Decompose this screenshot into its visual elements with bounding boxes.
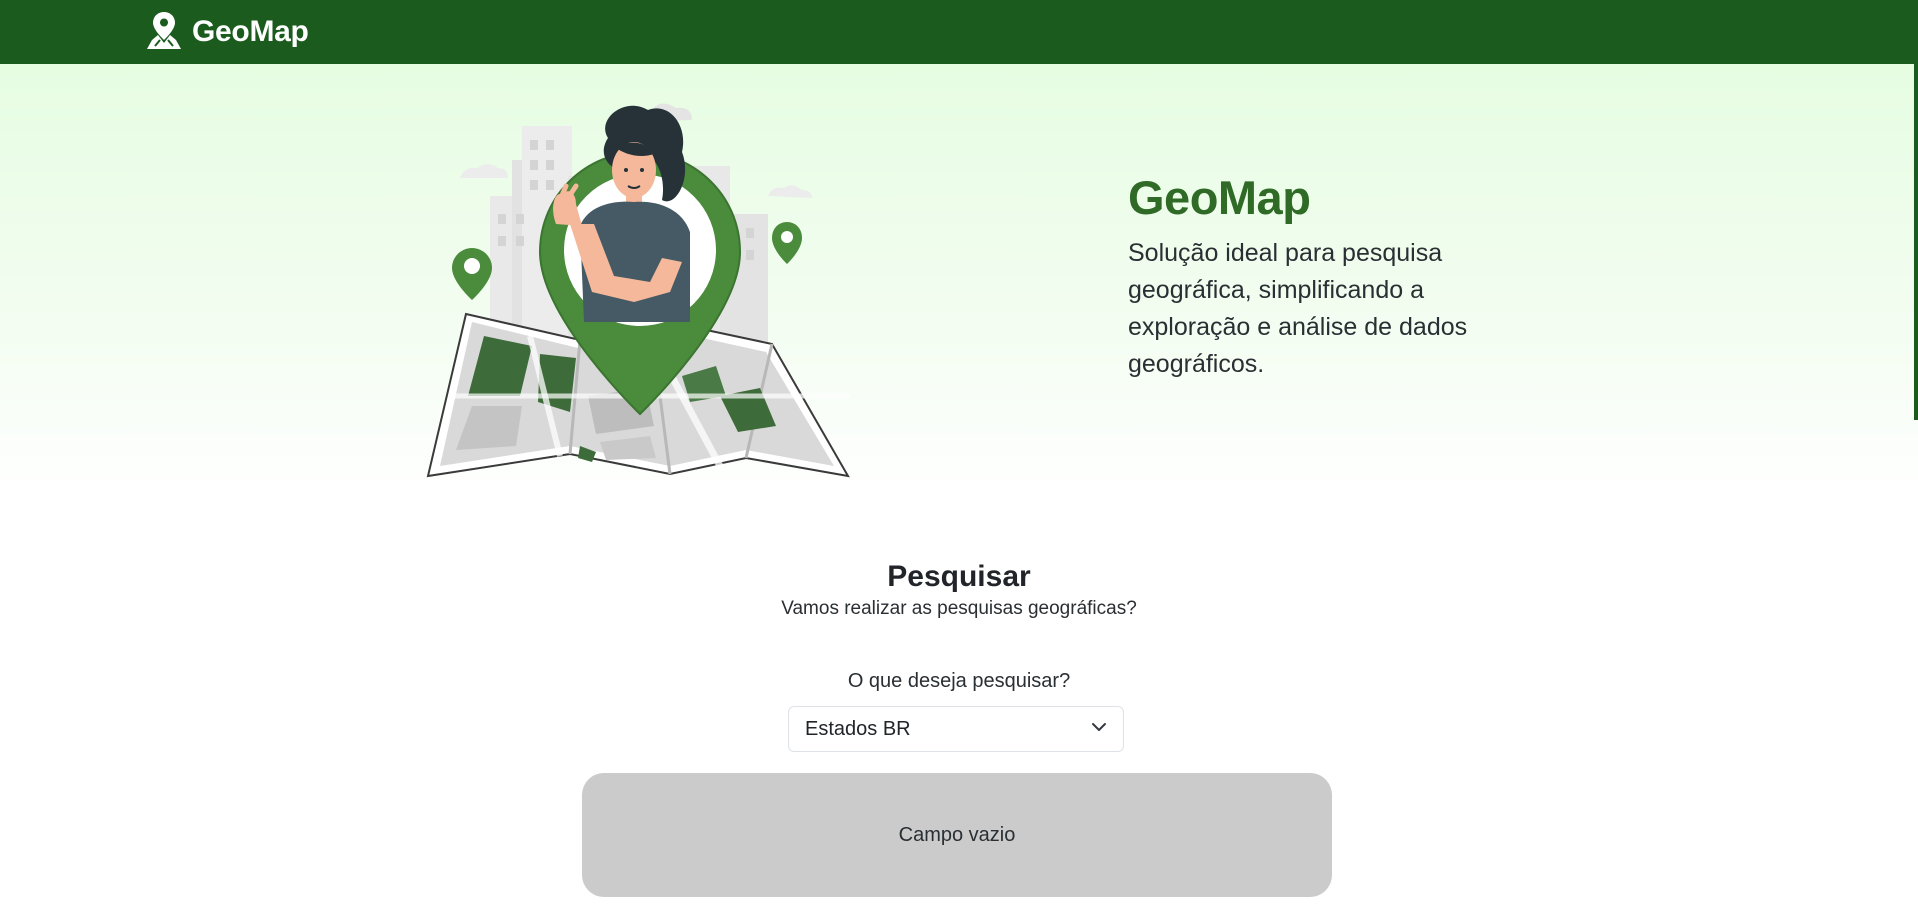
- search-type-select[interactable]: Estados BR: [788, 706, 1124, 752]
- select-value: Estados BR: [805, 717, 911, 740]
- result-text: Campo vazio: [898, 823, 1016, 846]
- result-panel: Campo vazio: [582, 773, 1332, 897]
- hero-description: Solução ideal para pesquisa geográfica, …: [1128, 239, 1468, 378]
- hero-title: GeoMap: [1128, 171, 1311, 224]
- chevron-down-icon: [1091, 718, 1107, 741]
- scrollbar[interactable]: [1914, 64, 1918, 420]
- search-section: Pesquisar Vamos realizar as pesquisas ge…: [0, 560, 1918, 620]
- map-pin-icon: [146, 10, 182, 55]
- hero-section: [0, 64, 1918, 500]
- top-navbar: GeoMap: [0, 0, 1918, 64]
- search-subtitle: Vamos realizar as pesquisas geográficas?: [781, 598, 1137, 619]
- brand-name: GeoMap: [192, 15, 309, 48]
- search-title: Pesquisar: [887, 560, 1031, 593]
- hero-illustration: [420, 96, 860, 486]
- brand-link[interactable]: GeoMap: [146, 10, 309, 55]
- hero-text-block: GeoMap Solução ideal para pesquisa geogr…: [1128, 170, 1528, 383]
- search-field-label: O que deseja pesquisar?: [847, 670, 1071, 692]
